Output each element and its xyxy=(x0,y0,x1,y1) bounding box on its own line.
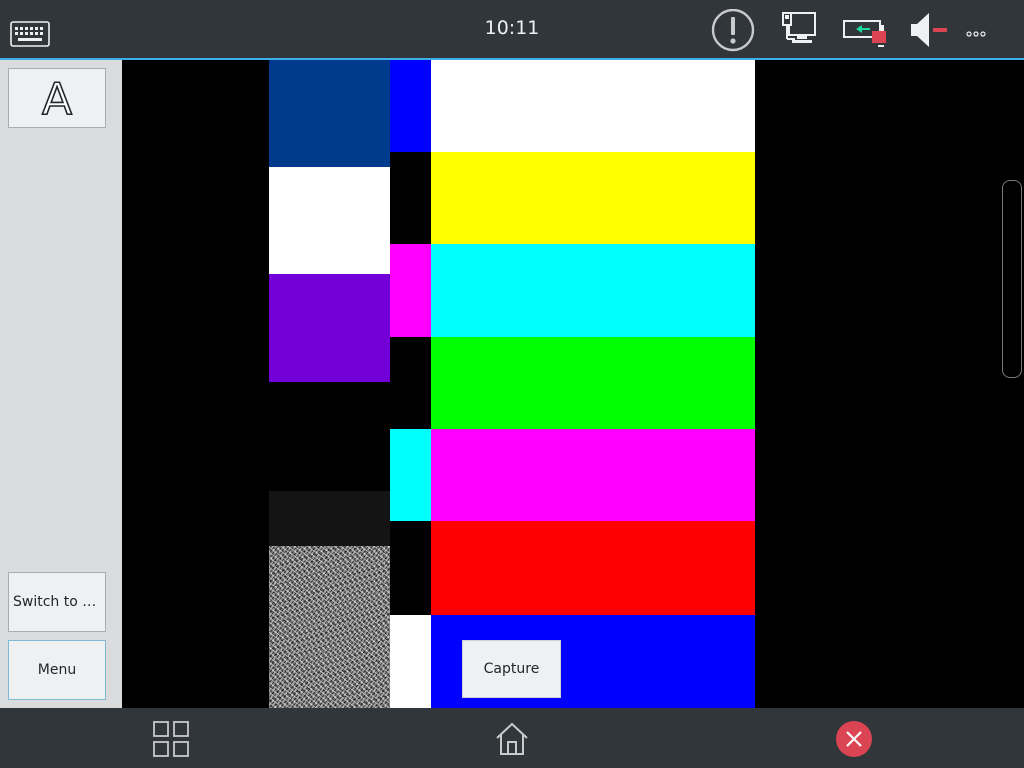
pattern-block xyxy=(431,152,755,244)
home-icon[interactable] xyxy=(493,719,531,761)
pattern-block xyxy=(390,244,431,337)
bottom-bar xyxy=(0,708,1024,768)
pattern-block xyxy=(431,60,755,152)
keyboard-icon[interactable] xyxy=(10,21,50,47)
pattern-block xyxy=(269,382,390,491)
switch-view-button-label: Switch to Vi... xyxy=(13,594,101,610)
pattern-block xyxy=(431,521,755,615)
pattern-block xyxy=(390,429,431,521)
noise-block xyxy=(269,546,390,708)
scroll-handle[interactable] xyxy=(1002,180,1022,378)
sidebar: A Switch to Vi... Menu xyxy=(0,60,122,708)
capture-button[interactable]: Capture xyxy=(462,640,561,698)
top-bar: 10:11 xyxy=(0,0,1024,60)
warning-icon[interactable] xyxy=(711,8,755,57)
pattern-block xyxy=(431,337,755,429)
menu-button-label: Menu xyxy=(37,662,77,678)
apps-grid-icon[interactable] xyxy=(152,720,190,762)
menu-button[interactable]: Menu xyxy=(8,640,106,700)
pattern-block xyxy=(390,337,431,429)
capture-button-label: Capture xyxy=(483,661,540,677)
pattern-block xyxy=(431,429,755,521)
pattern-block xyxy=(390,60,431,152)
pattern-block xyxy=(269,491,390,546)
font-button[interactable]: A xyxy=(8,68,106,128)
pattern-block xyxy=(431,244,755,337)
pattern-block xyxy=(269,274,390,382)
more-icon[interactable] xyxy=(966,24,986,43)
close-icon[interactable] xyxy=(835,720,873,762)
network-wired-icon[interactable] xyxy=(779,9,819,53)
battery-icon[interactable] xyxy=(842,9,890,57)
clock: 10:11 xyxy=(484,17,540,39)
pattern-block xyxy=(390,152,431,244)
video-feed: Capture xyxy=(122,60,1024,708)
pattern-block xyxy=(269,60,390,167)
pattern-block xyxy=(269,167,390,274)
font-button-label: A xyxy=(42,74,72,122)
switch-view-button[interactable]: Switch to Vi... xyxy=(8,572,106,632)
volume-muted-icon[interactable] xyxy=(909,9,953,57)
pattern-block xyxy=(390,521,431,615)
pattern-block xyxy=(390,615,431,708)
